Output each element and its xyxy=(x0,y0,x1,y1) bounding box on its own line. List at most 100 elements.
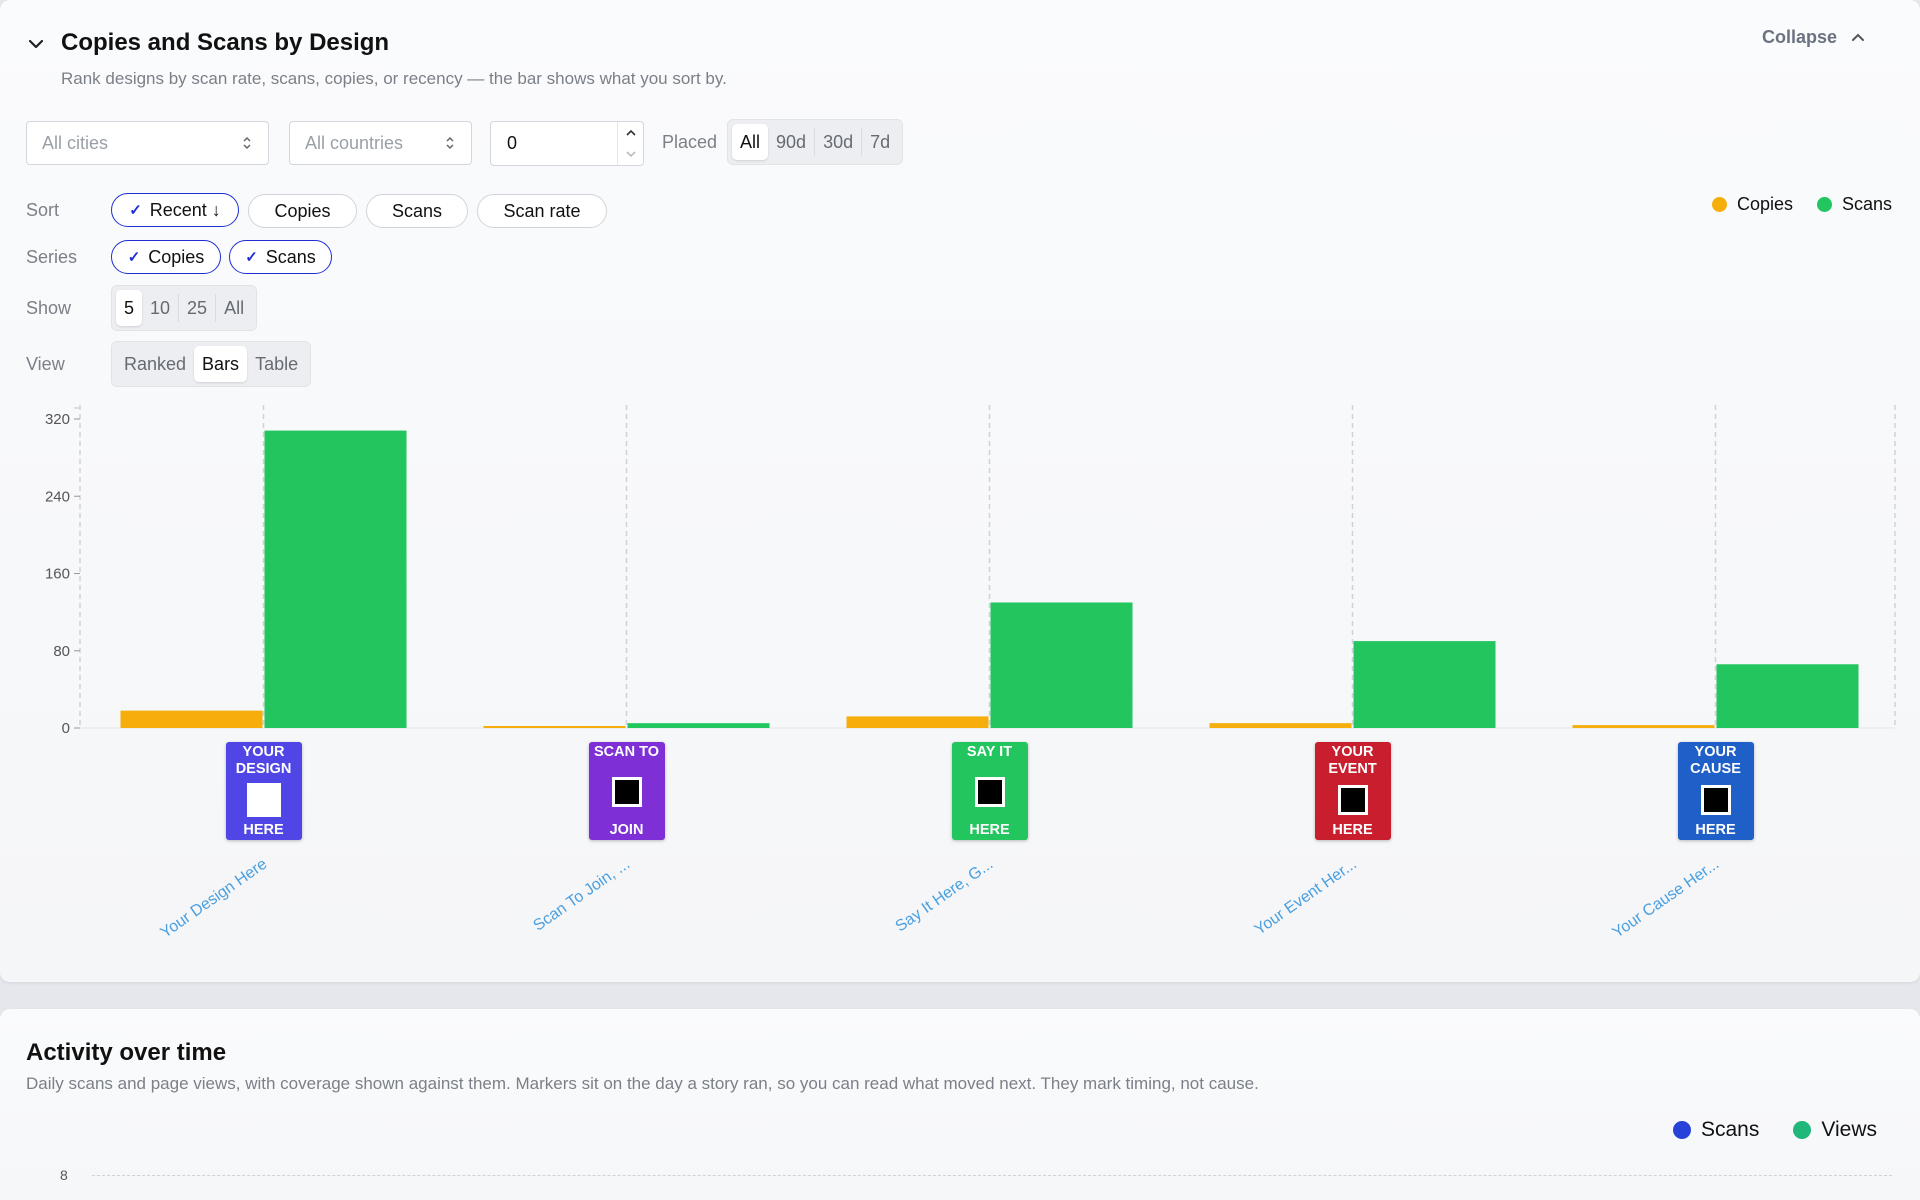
design-thumbnail[interactable]: YOUR CAUSE HERE xyxy=(1677,742,1754,840)
poster-top-text: SAY IT xyxy=(966,744,1013,760)
bar-scans xyxy=(1353,641,1496,728)
min-count-input[interactable]: 0 xyxy=(490,121,644,166)
qr-code-icon xyxy=(614,779,639,804)
legend-label-scans: Scans xyxy=(1701,1118,1760,1141)
legend-dot-views xyxy=(1793,1121,1812,1139)
placed-option-30d[interactable]: 30d xyxy=(815,124,861,160)
design-link[interactable]: Scan To Join, ... xyxy=(530,856,633,936)
country-select-value: All countries xyxy=(305,132,404,153)
check-icon: ✓ xyxy=(127,249,141,266)
design-link[interactable]: Your Cause Her... xyxy=(1609,856,1722,943)
poster-row: YOUR DESIGN HERE Your Design Here SCAN TO JO… xyxy=(0,740,1920,943)
city-select-value: All cities xyxy=(42,132,109,153)
qr-code xyxy=(611,776,642,807)
bar-copies xyxy=(483,726,626,728)
updown-icon xyxy=(446,136,454,150)
series-chip-scans[interactable]: ✓ Scans xyxy=(229,240,332,274)
y-tick-label: 80 xyxy=(53,643,70,660)
sort-chip-scans[interactable]: Scans xyxy=(366,194,468,228)
sort-chip-label: Scan rate xyxy=(503,200,581,221)
view-option-bars[interactable]: Bars xyxy=(194,346,248,382)
view-option-ranked[interactable]: Ranked xyxy=(116,346,194,382)
design-link[interactable]: Your Event Her... xyxy=(1251,856,1360,940)
card-subtitle: Rank designs by scan rate, scans, copies… xyxy=(61,69,727,88)
view-label: View xyxy=(26,354,65,374)
show-option-all[interactable]: All xyxy=(216,290,252,326)
show-option-10[interactable]: 10 xyxy=(142,290,178,326)
collapse-button[interactable]: Collapse xyxy=(1762,27,1867,48)
poster-top-text: YOUR CAUSE xyxy=(1690,744,1741,777)
design-link[interactable]: Say It Here, G... xyxy=(892,856,996,937)
bar-scans xyxy=(264,430,407,728)
activity-gridline xyxy=(92,1175,1892,1176)
poster-bottom-text: HERE xyxy=(1695,822,1736,838)
min-count-value: 0 xyxy=(507,133,518,153)
show-option-25[interactable]: 25 xyxy=(179,290,215,326)
qr-code xyxy=(1337,785,1368,815)
placed-segmented: All 90d 30d 7d xyxy=(727,119,904,165)
sort-chip-label: Copies xyxy=(274,200,331,221)
qr-code-icon xyxy=(977,779,1002,804)
bar-copies xyxy=(120,710,263,728)
legend-dot-copies xyxy=(1712,197,1727,212)
placed-option-all[interactable]: All xyxy=(732,124,769,160)
activity-title: Activity over time xyxy=(26,1039,227,1066)
show-option-5[interactable]: 5 xyxy=(116,290,143,326)
placed-option-7d[interactable]: 7d xyxy=(862,124,898,160)
sort-chip-copies[interactable]: Copies xyxy=(248,194,357,228)
check-icon: ✓ xyxy=(245,249,258,266)
design-thumbnail[interactable]: SCAN TO JOIN xyxy=(588,742,665,840)
collapse-label: Collapse xyxy=(1762,27,1838,47)
view-option-table[interactable]: Table xyxy=(247,346,306,382)
placed-option-90d[interactable]: 90d xyxy=(768,124,814,160)
y-tick-label: 160 xyxy=(45,566,70,583)
poster-top-text: YOUR DESIGN xyxy=(235,744,292,777)
chevron-up-icon xyxy=(1852,33,1865,41)
sort-chip-scan-rate[interactable]: Scan rate xyxy=(477,194,607,228)
series-chip-copies[interactable]: ✓ Copies xyxy=(111,240,221,274)
qr-code-icon xyxy=(1340,788,1365,812)
qr-code-icon xyxy=(1703,788,1728,812)
series-chip-label: Copies xyxy=(148,246,205,267)
show-segmented: 5 10 25 All xyxy=(111,285,258,331)
design-thumbnail[interactable]: YOUR DESIGN HERE xyxy=(225,742,302,840)
blank-placeholder xyxy=(246,783,281,817)
legend-label-views: Views xyxy=(1821,1118,1878,1141)
design-thumbnail[interactable]: SAY IT HERE xyxy=(951,742,1028,840)
design-link[interactable]: Your Design Here xyxy=(157,856,270,943)
city-select[interactable]: All cities xyxy=(26,121,269,165)
poster-bottom-text: JOIN xyxy=(609,822,644,838)
updown-icon xyxy=(243,136,251,150)
copies-scans-card: Copies and Scans by Design Rank designs … xyxy=(0,0,1920,982)
legend-label-copies: Copies xyxy=(1737,194,1794,214)
bar-chart: 0 80 160 240 320 xyxy=(45,405,1896,737)
activity-card: Activity over time Daily scans and page … xyxy=(0,1009,1920,1200)
poster-top-text: YOUR EVENT xyxy=(1328,744,1377,777)
series-label: Series xyxy=(26,247,78,267)
chevron-down-icon[interactable] xyxy=(26,34,46,59)
country-select[interactable]: All countries xyxy=(289,121,472,165)
bar-copies xyxy=(846,716,989,728)
design-thumbnail[interactable]: YOUR EVENT HERE xyxy=(1314,742,1391,840)
activity-subtitle: Daily scans and page views, with coverag… xyxy=(26,1074,1259,1093)
qr-code xyxy=(1700,785,1731,815)
poster-top-text: SCAN TO xyxy=(594,744,659,760)
series-chip-label: Scans xyxy=(265,246,316,267)
card-title: Copies and Scans by Design xyxy=(61,29,390,56)
activity-legend: Scans Views xyxy=(1673,1118,1877,1142)
check-icon: ✓ xyxy=(129,202,142,219)
number-stepper[interactable] xyxy=(617,122,643,165)
stepper-down-icon[interactable] xyxy=(625,149,637,159)
placed-label: Placed xyxy=(662,132,718,152)
legend-dot-scans xyxy=(1817,197,1833,212)
y-tick-label: 240 xyxy=(45,488,70,505)
bar-scans xyxy=(627,723,770,728)
stepper-up-icon[interactable] xyxy=(625,128,637,138)
bar-copies xyxy=(1572,725,1715,728)
view-segmented: Ranked Bars Table xyxy=(111,341,312,387)
y-tick-label: 320 xyxy=(45,411,70,428)
y-tick-label: 0 xyxy=(62,720,70,737)
sort-chip-recent[interactable]: ✓ Recent ↓ xyxy=(111,193,239,227)
sort-chip-label: Recent ↓ xyxy=(149,199,221,220)
poster-bottom-text: HERE xyxy=(243,822,284,838)
